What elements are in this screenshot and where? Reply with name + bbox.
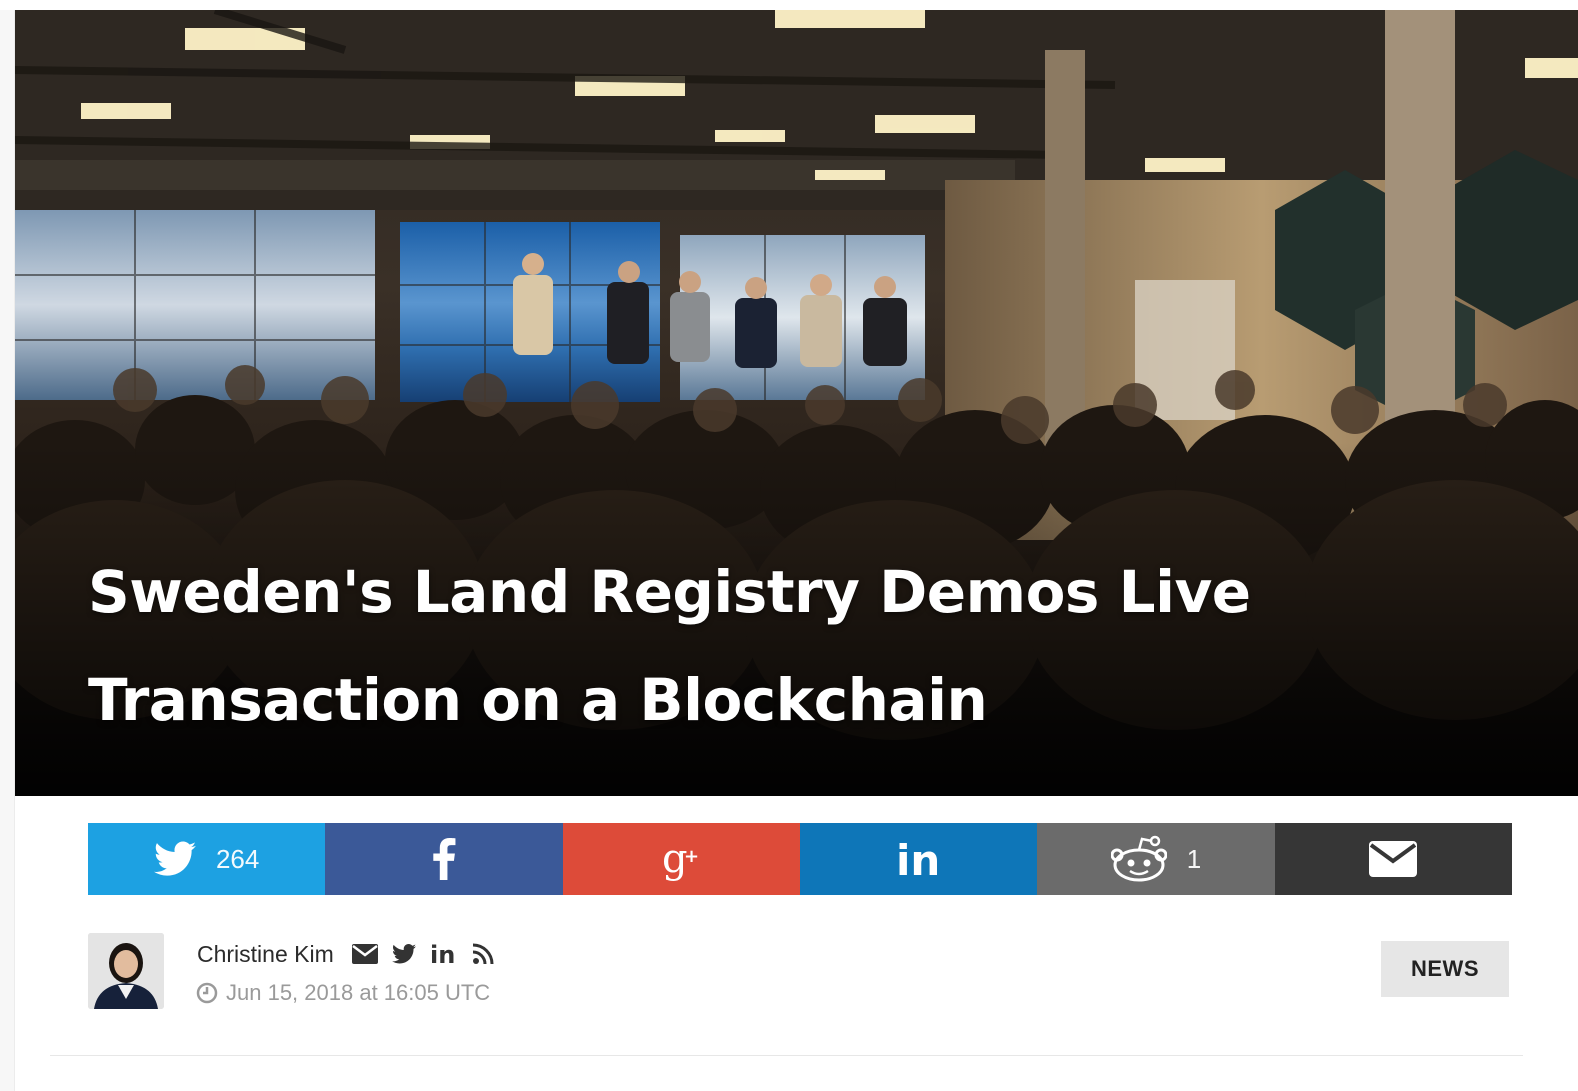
svg-text:in: in — [430, 942, 455, 966]
google-plus-icon: g + — [658, 836, 704, 882]
envelope-icon — [1369, 841, 1418, 877]
linkedin-icon: in — [896, 839, 942, 879]
share-google-plus-button[interactable]: g + — [562, 823, 800, 895]
twitter-share-count: 264 — [215, 843, 260, 874]
author-avatar[interactable] — [88, 933, 164, 1009]
svg-text:in: in — [896, 839, 940, 879]
share-facebook-button[interactable] — [325, 823, 563, 895]
author-name[interactable]: Christine Kim — [197, 941, 334, 968]
publish-date-line: Jun 15, 2018 at 16:05 UTC — [196, 977, 490, 1009]
twitter-icon — [153, 841, 196, 877]
share-twitter-button[interactable]: 264 — [88, 823, 326, 895]
hero-image: Sweden's Land Registry Demos Live Transa… — [15, 10, 1578, 796]
article-page: Sweden's Land Registry Demos Live Transa… — [0, 0, 1578, 1091]
page-top-strip — [0, 0, 1578, 10]
author-line: Christine Kim in — [197, 938, 494, 970]
rss-icon[interactable] — [472, 943, 494, 965]
share-linkedin-button[interactable]: in — [799, 823, 1038, 895]
reddit-share-count: 1 — [1186, 843, 1202, 874]
share-reddit-button[interactable]: 1 — [1037, 823, 1275, 895]
page-left-border — [0, 0, 15, 1091]
article-title: Sweden's Land Registry Demos Live Transa… — [88, 558, 1251, 734]
share-email-button[interactable] — [1274, 823, 1512, 895]
category-badge[interactable]: NEWS — [1381, 941, 1509, 997]
twitter-icon[interactable] — [391, 944, 416, 964]
svg-text:+: + — [684, 846, 699, 867]
publish-date: Jun 15, 2018 at 16:05 UTC — [226, 980, 491, 1005]
section-divider — [50, 1055, 1523, 1056]
clock-icon — [196, 982, 218, 1004]
share-bar: 264 g + in 1 — [88, 823, 1512, 895]
facebook-icon — [432, 838, 456, 880]
envelope-icon[interactable] — [351, 944, 378, 964]
reddit-icon — [1110, 835, 1167, 883]
linkedin-icon[interactable]: in — [430, 942, 458, 966]
